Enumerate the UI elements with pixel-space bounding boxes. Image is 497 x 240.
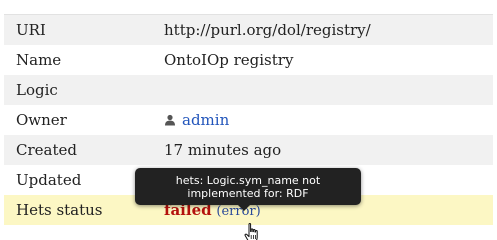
table-row-logic: Logic	[4, 75, 493, 105]
table-row-name: Name OntoIOp registry	[4, 45, 493, 75]
table-row-uri: URI http://purl.org/dol/registry/	[4, 14, 493, 45]
uri-value: http://purl.org/dol/registry/	[164, 14, 493, 45]
logic-value	[164, 75, 493, 105]
logic-label: Logic	[4, 75, 164, 105]
owner-label: Owner	[4, 105, 164, 135]
table-row-created: Created 17 minutes ago	[4, 135, 493, 165]
hand-pointer-cursor-icon	[243, 222, 263, 240]
created-value: 17 minutes ago	[164, 135, 493, 165]
tooltip-line-1: hets: Logic.sym_name not	[175, 173, 321, 187]
owner-cell: admin	[164, 105, 493, 135]
tooltip-line-2: implemented for: RDF	[187, 186, 309, 200]
table-row-owner: Owner admin	[4, 105, 493, 135]
user-icon	[164, 112, 176, 126]
error-tooltip: hets: Logic.sym_name not implemented for…	[135, 168, 361, 211]
owner-link[interactable]: admin	[182, 111, 229, 129]
tooltip-arrow	[238, 205, 250, 211]
ontology-details-panel: URI http://purl.org/dol/registry/ Name O…	[0, 0, 497, 240]
created-label: Created	[4, 135, 164, 165]
uri-label: URI	[4, 14, 164, 45]
name-value: OntoIOp registry	[164, 45, 493, 75]
name-label: Name	[4, 45, 164, 75]
